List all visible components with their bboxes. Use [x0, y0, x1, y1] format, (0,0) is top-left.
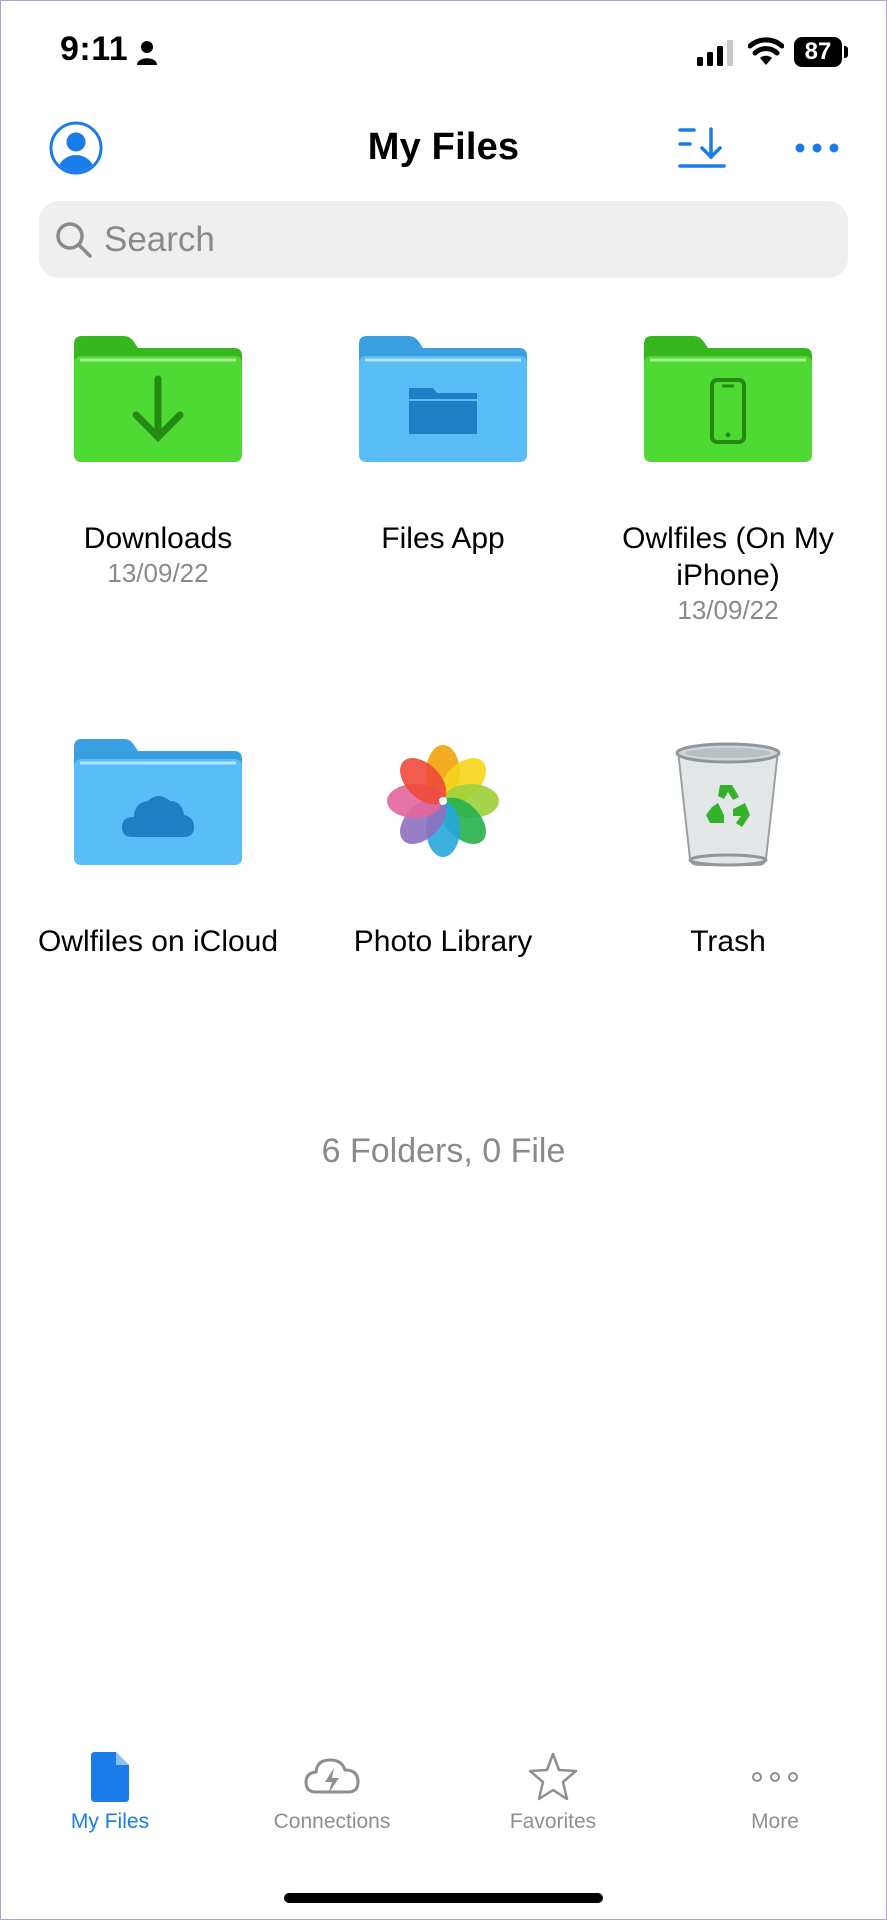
wifi-icon	[748, 37, 784, 65]
item-name: Photo Library	[353, 925, 533, 958]
document-icon	[91, 1752, 129, 1802]
home-indicator[interactable]	[284, 1893, 603, 1903]
battery-indicator: 87	[794, 37, 842, 67]
item-date: 13/09/22	[677, 595, 779, 625]
cellular-signal-icon	[697, 40, 733, 66]
green-folder-phone-icon	[644, 336, 812, 462]
search-icon	[56, 222, 92, 258]
blue-folder-cloud-icon	[74, 739, 242, 865]
folder-trash[interactable]: Trash	[586, 737, 870, 960]
tab-label: Connections	[273, 1810, 391, 1833]
folder-downloads[interactable]: Downloads 13/09/22	[16, 334, 300, 589]
more-dots-icon	[752, 1772, 798, 1782]
tab-label: Favorites	[509, 1810, 597, 1833]
folder-on-my-iphone[interactable]: Owlfiles (On My iPhone) 13/09/22	[586, 334, 870, 626]
screen-frame	[0, 0, 887, 1920]
green-folder-download-icon	[74, 336, 242, 462]
search-input[interactable]	[104, 201, 824, 278]
folder-count-summary: 6 Folders, 0 File	[321, 1132, 566, 1170]
folder-icloud[interactable]: Owlfiles on iCloud	[16, 737, 300, 960]
item-date: 13/09/22	[107, 558, 209, 588]
folder-files-app[interactable]: Files App	[301, 334, 585, 557]
item-name: Owlfiles (On My iPhone)	[622, 522, 834, 592]
photos-icon	[387, 745, 499, 857]
star-icon	[528, 1752, 578, 1801]
sort-icon[interactable]	[678, 126, 726, 170]
tab-label: More	[751, 1810, 799, 1833]
item-name: Downloads	[83, 522, 233, 555]
tab-more[interactable]: More	[675, 1750, 875, 1834]
item-name: Trash	[690, 925, 766, 958]
search-bar[interactable]	[39, 201, 848, 278]
page-title: My Files	[367, 126, 520, 168]
tab-label: My Files	[70, 1810, 150, 1833]
tab-connections[interactable]: Connections	[232, 1750, 432, 1834]
item-name: Files App	[381, 522, 505, 555]
item-name: Owlfiles on iCloud	[37, 925, 279, 958]
battery-tip	[844, 46, 848, 58]
tab-my-files[interactable]: My Files	[10, 1750, 210, 1834]
blue-folder-icon	[359, 336, 527, 462]
person-icon	[137, 41, 157, 65]
more-options-icon[interactable]	[794, 138, 840, 158]
status-time: 9:11	[60, 30, 129, 68]
folder-photo-library[interactable]: Photo Library	[301, 737, 585, 960]
status-bar: 9:11 87	[0, 0, 887, 100]
tab-favorites[interactable]: Favorites	[453, 1750, 653, 1834]
cloud-bolt-icon	[304, 1758, 360, 1794]
trash-bin-icon	[675, 742, 781, 867]
